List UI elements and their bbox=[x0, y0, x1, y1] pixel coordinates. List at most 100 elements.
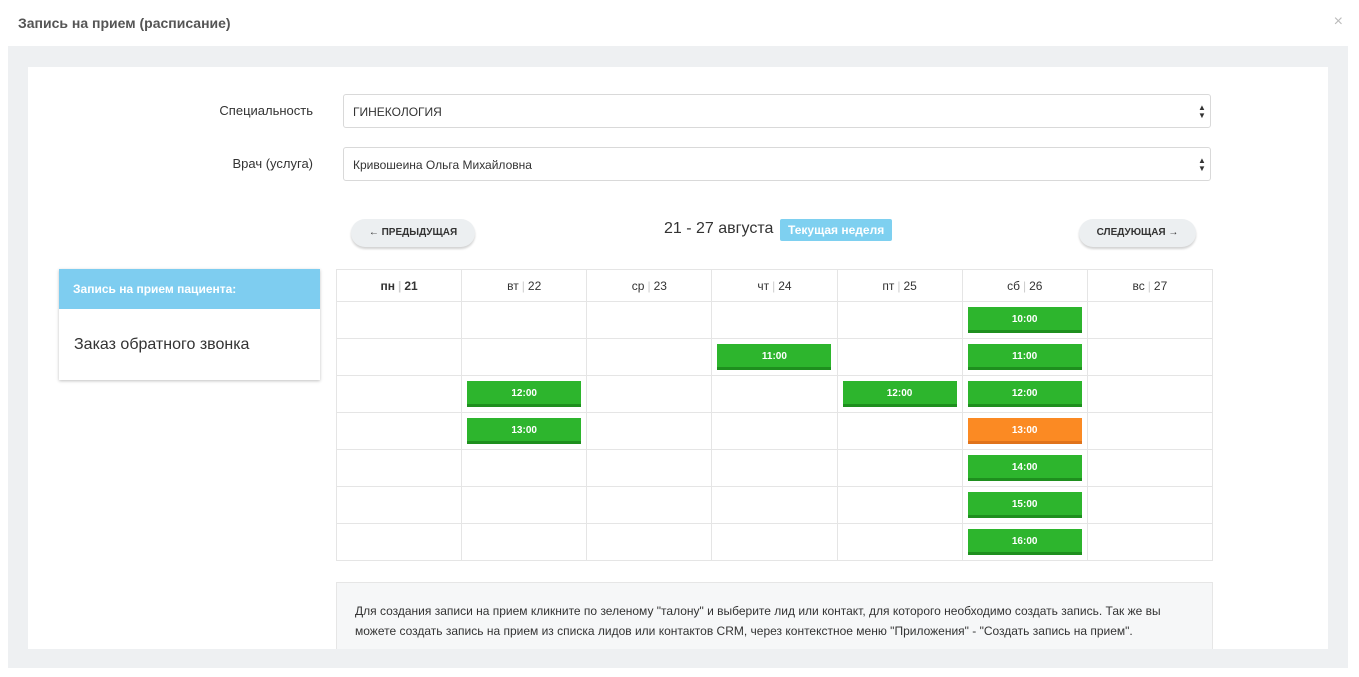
time-slot-button[interactable]: 15:00 bbox=[967, 492, 1082, 518]
time-slot-button[interactable]: 14:00 bbox=[967, 455, 1082, 481]
day-header: ср | 23 bbox=[586, 269, 713, 302]
schedule-cell bbox=[586, 338, 713, 376]
day-name: пт bbox=[882, 278, 895, 293]
schedule-cell bbox=[335, 486, 463, 524]
day-separator: | bbox=[647, 278, 651, 293]
time-row: 10:00 bbox=[335, 301, 1214, 339]
schedule-cell bbox=[586, 449, 713, 487]
schedule-cell bbox=[711, 375, 838, 413]
window-title: Запись на прием (расписание) bbox=[18, 15, 231, 31]
schedule-cell: 13:00 bbox=[961, 412, 1088, 450]
day-name: ср bbox=[631, 278, 645, 293]
day-name: вс bbox=[1132, 278, 1145, 293]
week-range: 21 - 27 августа bbox=[664, 220, 774, 237]
next-week-button[interactable]: СЛЕДУЮЩАЯ → bbox=[1079, 219, 1196, 247]
time-slot-button[interactable]: 10:00 bbox=[967, 307, 1082, 333]
appointment-sidebar: Запись на прием пациента: Заказ обратног… bbox=[59, 269, 320, 380]
day-number: 21 bbox=[404, 278, 418, 293]
time-slot-button[interactable]: 11:00 bbox=[717, 344, 832, 370]
schedule-cell: 11:00 bbox=[961, 338, 1088, 376]
time-row: 16:00 bbox=[335, 523, 1214, 561]
schedule-cell bbox=[461, 523, 588, 561]
doctor-select[interactable]: Кривошеина Ольга Михайловна ▲ ▼ bbox=[343, 147, 1211, 181]
day-separator: | bbox=[1022, 278, 1027, 293]
schedule-cell: 14:00 bbox=[961, 449, 1088, 487]
schedule-cell bbox=[335, 523, 463, 561]
day-header: чт | 24 bbox=[711, 269, 838, 302]
day-separator: | bbox=[897, 278, 901, 293]
doctor-label: Врач (услуга) bbox=[232, 156, 313, 171]
day-header: вс | 27 bbox=[1086, 269, 1214, 302]
info-box: Для создания записи на прием кликните по… bbox=[336, 582, 1213, 649]
time-slot-button[interactable]: 12:00 bbox=[467, 381, 582, 407]
time-slot-button[interactable]: 16:00 bbox=[967, 529, 1082, 555]
time-slot-button[interactable]: 12:00 bbox=[842, 381, 957, 407]
day-number: 26 bbox=[1029, 278, 1043, 293]
schedule-cell bbox=[836, 449, 963, 487]
schedule-cell bbox=[1086, 375, 1214, 413]
callback-order-item[interactable]: Заказ обратного звонка bbox=[59, 309, 320, 354]
day-header: пн | 21 bbox=[335, 269, 463, 302]
schedule-cell bbox=[586, 412, 713, 450]
day-separator: | bbox=[397, 278, 402, 293]
schedule-cell: 12:00 bbox=[461, 375, 588, 413]
sidebar-header: Запись на прием пациента: bbox=[59, 269, 320, 309]
schedule-cell bbox=[1086, 486, 1214, 524]
busy-slot-button[interactable]: 13:00 bbox=[967, 418, 1082, 444]
schedule-cell bbox=[461, 449, 588, 487]
day-name: вт bbox=[507, 278, 519, 293]
prev-week-button[interactable]: ← ПРЕДЫДУЩАЯ bbox=[351, 219, 475, 247]
schedule-cell: 16:00 bbox=[961, 523, 1088, 561]
schedule-cell bbox=[586, 375, 713, 413]
time-slot-button[interactable]: 12:00 bbox=[967, 381, 1082, 407]
schedule-cell bbox=[711, 486, 838, 524]
schedule-cell bbox=[586, 301, 713, 339]
day-separator: | bbox=[772, 278, 776, 293]
time-slot-button[interactable]: 11:00 bbox=[967, 344, 1082, 370]
schedule-cell bbox=[586, 523, 713, 561]
current-week-badge[interactable]: Текущая неделя bbox=[780, 219, 893, 241]
schedule-cell bbox=[1086, 412, 1214, 450]
day-separator: | bbox=[521, 278, 525, 293]
schedule-cell bbox=[836, 486, 963, 524]
schedule-cell bbox=[461, 486, 588, 524]
schedule-cell: 11:00 bbox=[711, 338, 838, 376]
day-number: 22 bbox=[527, 278, 542, 293]
schedule-cell bbox=[335, 301, 463, 339]
day-separator: | bbox=[1147, 278, 1151, 293]
schedule-cell bbox=[711, 301, 838, 339]
specialty-select[interactable]: ГИНЕКОЛОГИЯ ▲ ▼ bbox=[343, 94, 1211, 128]
schedule-cell: 12:00 bbox=[836, 375, 963, 413]
time-row: 12:00 12:00 12:00 bbox=[335, 375, 1214, 413]
schedule-cell bbox=[1086, 449, 1214, 487]
select-arrows-icon: ▲ ▼ bbox=[1198, 103, 1206, 120]
schedule-cell bbox=[711, 523, 838, 561]
schedule-cell: 12:00 bbox=[961, 375, 1088, 413]
day-number: 24 bbox=[778, 278, 792, 293]
day-header: сб | 26 bbox=[961, 269, 1088, 302]
schedule-cell bbox=[335, 412, 463, 450]
doctor-value: Кривошеина Ольга Михайловна bbox=[353, 158, 532, 172]
schedule-cell bbox=[836, 301, 963, 339]
day-number: 23 bbox=[653, 278, 667, 293]
schedule-cell bbox=[836, 412, 963, 450]
day-header: пт | 25 bbox=[836, 269, 963, 302]
schedule-cell bbox=[335, 375, 463, 413]
schedule-grid: пн | 21 вт | 22 ср | 23 чт | 24 пт | 25 сб | 26 вс | 27 10:0… bbox=[335, 269, 1214, 561]
time-row: 11:00 11:00 bbox=[335, 338, 1214, 376]
schedule-cell: 10:00 bbox=[961, 301, 1088, 339]
time-row: 15:00 bbox=[335, 486, 1214, 524]
schedule-cell: 15:00 bbox=[961, 486, 1088, 524]
day-name: пн bbox=[380, 278, 395, 293]
time-slot-button[interactable]: 13:00 bbox=[467, 418, 582, 444]
day-name: чт bbox=[757, 278, 770, 293]
schedule-cell bbox=[1086, 338, 1214, 376]
schedule-cell bbox=[461, 301, 588, 339]
schedule-cell bbox=[1086, 301, 1214, 339]
specialty-value: ГИНЕКОЛОГИЯ bbox=[353, 105, 442, 119]
time-row: 14:00 bbox=[335, 449, 1214, 487]
close-icon[interactable]: × bbox=[1334, 13, 1343, 31]
select-arrows-icon: ▲ ▼ bbox=[1198, 156, 1206, 173]
schedule-cell bbox=[461, 338, 588, 376]
day-name: сб bbox=[1007, 278, 1020, 293]
